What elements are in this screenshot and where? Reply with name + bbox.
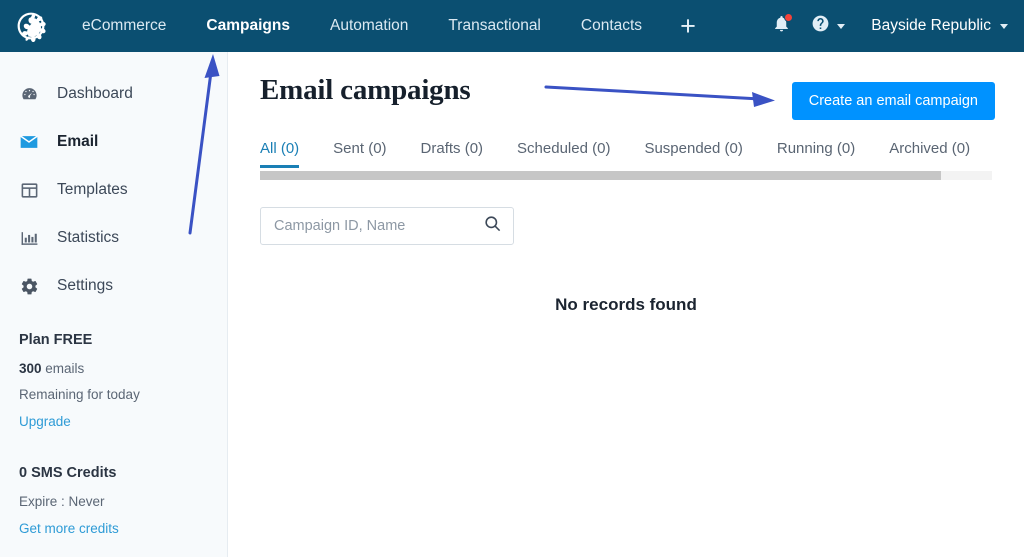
tab-suspended[interactable]: Suspended (0) [627,140,759,168]
chevron-down-icon [1000,23,1008,29]
tab-drafts[interactable]: Drafts (0) [404,140,501,168]
nav-item-contacts[interactable]: Contacts [561,0,662,52]
sidebar-item-label: Dashboard [57,85,133,102]
sms-expire: Expire : Never [19,494,105,509]
chevron-down-icon [837,23,846,29]
nav-right-group: Bayside Republic [761,0,1024,52]
tabs-horizontal-scrollbar[interactable] [260,171,992,180]
tab-all[interactable]: All (0) [260,140,316,168]
sidebar-item-settings[interactable]: Settings [0,262,227,310]
sidebar-item-label: Templates [57,181,128,198]
sidebar-item-statistics[interactable]: Statistics [0,214,227,262]
create-email-campaign-button[interactable]: Create an email campaign [791,82,995,120]
gauge-icon [19,84,39,104]
plan-quota-value: 300 [19,361,42,376]
envelope-icon [19,132,39,152]
sidebar-item-dashboard[interactable]: Dashboard [0,70,227,118]
campaign-status-tabs: All (0) Sent (0) Drafts (0) Scheduled (0… [260,126,992,168]
sidebar-item-label: Statistics [57,229,120,246]
nav-item-automation[interactable]: Automation [310,0,428,52]
campaign-search-box[interactable] [260,207,514,245]
sidebar-item-templates[interactable]: Templates [0,166,227,214]
main-content: Email campaigns Create an email campaign… [228,52,1024,557]
sidebar-item-email[interactable]: Email [0,118,227,166]
plan-title: Plan FREE [19,332,93,348]
page-title: Email campaigns [260,74,471,106]
tab-archived[interactable]: Archived (0) [872,140,987,168]
sidebar-item-label: Settings [57,277,114,294]
nav-item-transactional[interactable]: Transactional [428,0,560,52]
upgrade-link[interactable]: Upgrade [19,414,71,429]
help-menu[interactable] [801,0,849,52]
sms-credits-box: 0 SMS Credits Expire : Never Get more cr… [0,431,227,538]
app-root: eCommerce Campaigns Automation Transacti… [0,0,1024,557]
app-logo[interactable] [0,10,62,42]
layout-icon [19,180,39,200]
plan-quota: 300 emails [19,361,227,376]
get-more-credits-link[interactable]: Get more credits [19,521,119,536]
search-icon[interactable] [483,214,502,238]
sidebar-item-label: Email [57,133,99,150]
notifications-button[interactable] [761,0,801,52]
sms-credits-title: 0 SMS Credits [19,465,117,481]
nav-item-ecommerce[interactable]: eCommerce [62,0,186,52]
plan-quota-note: Remaining for today [19,387,140,402]
question-circle-icon [811,14,830,38]
empty-state-message: No records found [555,295,697,314]
tab-scheduled[interactable]: Scheduled (0) [500,140,627,168]
scrollbar-thumb[interactable] [260,171,941,180]
top-navigation-bar: eCommerce Campaigns Automation Transacti… [0,0,1024,52]
gear-icon [19,276,39,296]
page-header: Email campaigns Create an email campaign [228,52,1024,126]
plan-quota-unit: emails [41,361,85,376]
plan-info-box: Plan FREE 300 emails Remaining for today… [0,310,227,431]
tab-sent[interactable]: Sent (0) [316,140,403,168]
tab-running[interactable]: Running (0) [760,140,872,168]
brevo-pinwheel-logo-icon [15,10,47,42]
add-new-button[interactable]: + [662,0,714,52]
search-input[interactable] [274,218,483,234]
account-menu[interactable]: Bayside Republic [849,0,1008,52]
primary-nav-items: eCommerce Campaigns Automation Transacti… [62,0,714,52]
account-name: Bayside Republic [871,17,991,34]
bar-chart-icon [19,228,39,248]
sidebar: Dashboard Email Templates Statistics Set… [0,52,228,557]
notification-badge-dot [784,13,794,22]
nav-item-campaigns[interactable]: Campaigns [186,0,310,52]
